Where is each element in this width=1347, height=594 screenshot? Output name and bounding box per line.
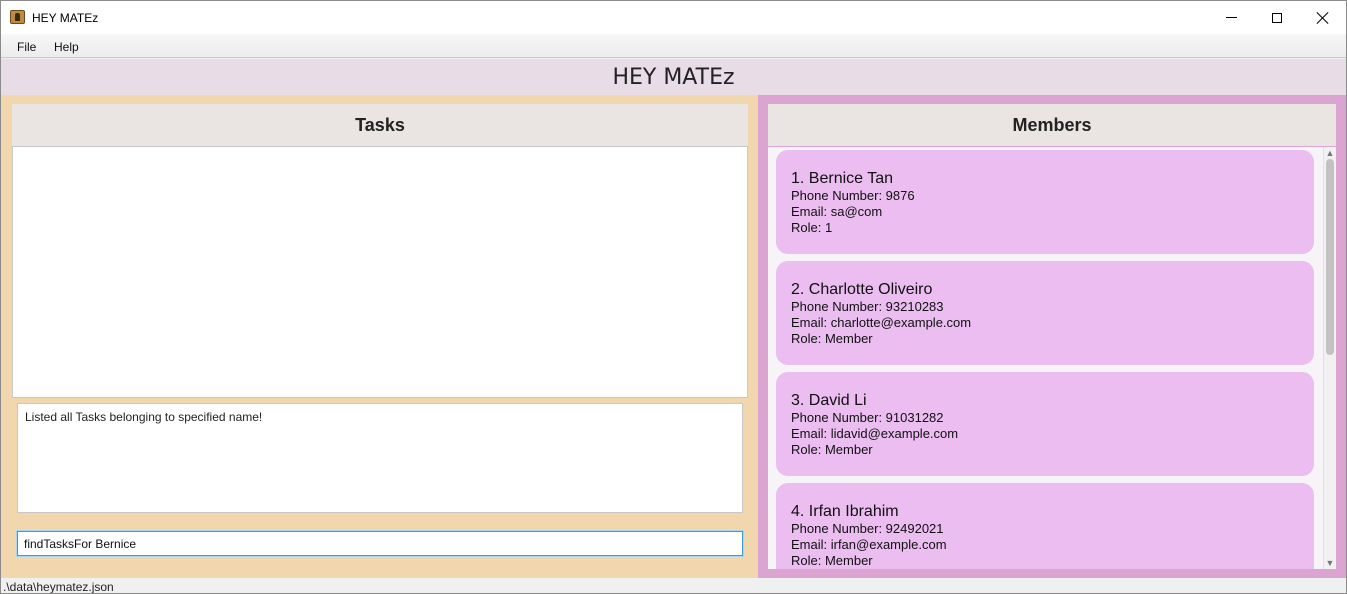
members-list[interactable]: 1. Bernice Tan Phone Number: 9876 Email:… [768,147,1336,569]
members-scrollbar[interactable]: ▲ ▼ [1323,147,1336,569]
member-name: 2. Charlotte Oliveiro [791,281,933,298]
command-input[interactable] [17,531,743,556]
tasks-list[interactable] [12,146,748,398]
member-phone: Phone Number: 91031282 [791,410,944,425]
member-phone: Phone Number: 92492021 [791,521,944,536]
scroll-thumb[interactable] [1326,159,1334,355]
menu-help[interactable]: Help [54,40,79,54]
tasks-heading: Tasks [12,104,748,146]
member-phone: Phone Number: 93210283 [791,299,944,314]
app-title: HEY MATEz [612,65,735,90]
member-name: 1. Bernice Tan [791,170,893,187]
member-card[interactable]: 1. Bernice Tan Phone Number: 9876 Email:… [776,150,1314,254]
maximize-button[interactable] [1254,1,1300,34]
minimize-button[interactable] [1208,1,1254,34]
menu-file[interactable]: File [17,40,36,54]
result-display[interactable]: Listed all Tasks belonging to specified … [17,403,743,513]
member-role: Role: Member [791,331,873,346]
members-panel: Members 1. Bernice Tan Phone Number: 987… [758,95,1346,578]
member-role: Role: Member [791,442,873,457]
member-card[interactable]: 2. Charlotte Oliveiro Phone Number: 9321… [776,261,1314,365]
app-window: HEY MATEz File Help HEY MATEz Tasks List… [0,0,1347,594]
scroll-up-icon[interactable]: ▲ [1324,147,1336,159]
status-bar: .\data\heymatez.json [1,578,1346,594]
window-title: HEY MATEz [32,11,99,25]
close-button[interactable] [1300,1,1346,34]
member-role: Role: Member [791,553,873,568]
member-card[interactable]: 3. David Li Phone Number: 91031282 Email… [776,372,1314,476]
scroll-down-icon[interactable]: ▼ [1324,557,1336,569]
app-header: HEY MATEz [1,59,1346,95]
maximize-icon [1272,12,1282,23]
tasks-panel: Tasks Listed all Tasks belonging to spec… [1,95,758,578]
member-email: Email: charlotte@example.com [791,315,972,330]
menu-bar: File Help [1,34,1346,58]
member-name: 4. Irfan Ibrahim [791,503,899,520]
member-email: Email: sa@com [791,204,883,219]
close-icon [1317,12,1329,24]
member-phone: Phone Number: 9876 [791,188,915,203]
member-card[interactable]: 4. Irfan Ibrahim Phone Number: 92492021 … [776,483,1314,569]
member-name: 3. David Li [791,392,867,409]
data-file-path: .\data\heymatez.json [3,580,114,594]
member-email: Email: lidavid@example.com [791,426,959,441]
members-heading: Members [768,104,1336,146]
member-role: Role: 1 [791,220,833,235]
minimize-icon [1225,17,1237,18]
title-bar: HEY MATEz [1,1,1346,34]
app-icon [10,10,25,24]
member-email: Email: irfan@example.com [791,537,947,552]
